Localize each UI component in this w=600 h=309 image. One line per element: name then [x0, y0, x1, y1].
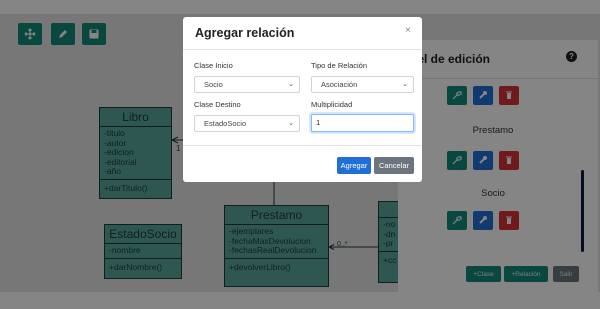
clase-inicio-select[interactable]: Socio ⌄	[194, 76, 300, 93]
select-value: EstadoSocio	[204, 119, 247, 128]
multiplicidad-input[interactable]: 1	[311, 114, 414, 132]
tipo-relacion-select[interactable]: Asociación ⌄	[311, 76, 414, 93]
chevron-down-icon: ⌄	[402, 81, 408, 88]
cancelar-button[interactable]: Cancelar	[374, 157, 414, 174]
modal-header-divider	[183, 49, 422, 50]
clase-destino-select[interactable]: EstadoSocio ⌄	[194, 115, 300, 132]
chevron-down-icon: ⌄	[288, 120, 294, 127]
multiplicidad-label: Multiplicidad	[311, 100, 353, 109]
modal-title: Agregar relación	[195, 26, 295, 40]
select-value: Socio	[204, 80, 223, 89]
close-icon[interactable]: ×	[405, 25, 411, 36]
clase-inicio-label: Clase Inicio	[194, 61, 233, 70]
clase-destino-label: Clase Destino	[194, 100, 241, 109]
agregar-button[interactable]: Agregar	[337, 157, 371, 174]
add-relation-modal: Agregar relación × Clase Inicio Socio ⌄ …	[183, 17, 422, 182]
chevron-down-icon: ⌄	[288, 81, 294, 88]
tipo-relacion-label: Tipo de Relación	[311, 61, 368, 70]
modal-footer-divider	[183, 145, 422, 146]
select-value: Asociación	[321, 80, 358, 89]
